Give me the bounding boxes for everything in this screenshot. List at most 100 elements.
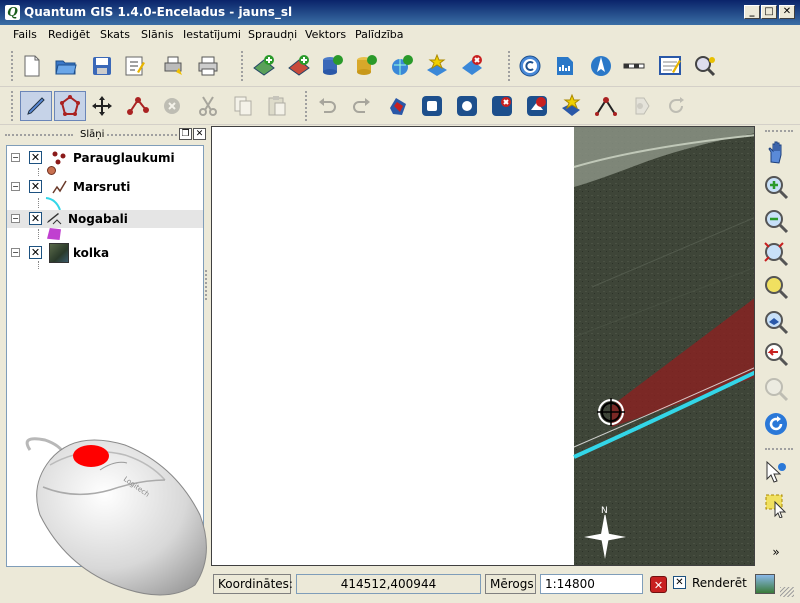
pan-icon[interactable] (763, 140, 789, 166)
delete-selected-icon[interactable] (160, 94, 184, 118)
layer-item-parauglaukumi[interactable]: − ✕ Parauglaukumi (7, 149, 203, 167)
zoom-to-layer-icon[interactable] (763, 309, 789, 335)
zoom-next-icon[interactable] (763, 376, 789, 402)
panel-grip[interactable] (107, 134, 177, 136)
rotate-symbols-icon[interactable] (664, 94, 688, 118)
collapse-icon[interactable]: − (11, 153, 20, 162)
raster-layer-icon (49, 243, 69, 263)
simplify-feature-icon[interactable] (386, 94, 410, 118)
map-raster: N (573, 127, 754, 565)
close-button[interactable]: ✕ (779, 5, 795, 19)
save-as-icon[interactable] (123, 54, 147, 78)
menu-edit[interactable]: Rediģēt (48, 28, 90, 41)
tree-connector (38, 198, 39, 208)
open-project-icon[interactable] (54, 54, 78, 78)
resize-grip[interactable] (780, 587, 794, 597)
panel-splitter[interactable] (205, 270, 208, 300)
identify-icon[interactable] (693, 54, 717, 78)
scale-bar-icon[interactable] (622, 54, 646, 78)
save-project-icon[interactable] (90, 54, 114, 78)
menu-settings[interactable]: Iestatījumi (183, 28, 241, 41)
layer-item-nogabali[interactable]: − ✕ Nogabali (7, 210, 203, 228)
capture-polygon-icon[interactable] (54, 91, 86, 121)
annotation-icon[interactable] (658, 54, 682, 78)
toolbar-grip[interactable] (765, 448, 793, 450)
node-tool-icon[interactable] (126, 94, 150, 118)
menu-layer[interactable]: Slānis (141, 28, 174, 41)
menu-help[interactable]: Palīdzība (355, 28, 404, 41)
panel-grip[interactable] (5, 134, 73, 136)
toolbar-grip[interactable] (305, 91, 308, 121)
zoom-in-icon[interactable] (763, 174, 789, 200)
more-tools-icon[interactable]: » (763, 544, 789, 560)
identify-features-icon[interactable] (763, 459, 789, 485)
add-postgis-layer-icon[interactable] (320, 54, 344, 78)
layer-name: Marsruti (73, 180, 131, 194)
zoom-last-icon[interactable] (763, 341, 789, 367)
zoom-out-icon[interactable] (763, 208, 789, 234)
layer-visibility-checkbox[interactable]: ✕ (29, 180, 42, 193)
toolbar-grip[interactable] (11, 51, 14, 81)
coordinates-display[interactable]: 414512,400944 (296, 574, 481, 594)
add-vector-layer-icon[interactable] (252, 54, 276, 78)
north-label: N (601, 506, 608, 516)
undo-icon[interactable] (315, 94, 339, 118)
zoom-full-icon[interactable] (763, 241, 789, 267)
merge-features-icon[interactable] (630, 94, 654, 118)
layer-visibility-checkbox[interactable]: ✕ (29, 246, 42, 259)
split-features-icon[interactable] (594, 94, 618, 118)
delete-ring-icon[interactable] (490, 94, 514, 118)
copy-features-icon[interactable] (231, 94, 255, 118)
map-navigation-toolbar: » (757, 126, 800, 566)
file-toolbar (0, 45, 800, 87)
add-ring-icon[interactable] (420, 94, 444, 118)
render-checkbox[interactable]: ✕ (673, 576, 686, 589)
reshape-features-icon[interactable] (560, 94, 584, 118)
menu-file[interactable]: Fails (13, 28, 37, 41)
scale-input[interactable]: 1:14800 (540, 574, 643, 594)
add-raster-layer-icon[interactable] (287, 54, 311, 78)
copyright-icon[interactable] (518, 54, 542, 78)
close-panel-icon[interactable]: ✕ (193, 128, 206, 140)
layer-item-marsruti[interactable]: − ✕ Marsruti (7, 178, 203, 196)
add-wms-layer-icon[interactable] (390, 54, 414, 78)
redo-icon[interactable] (350, 94, 374, 118)
render-label: Renderēt (692, 576, 747, 590)
remove-layer-icon[interactable] (460, 54, 484, 78)
cut-features-icon[interactable] (196, 94, 220, 118)
collapse-icon[interactable]: − (11, 214, 20, 223)
layer-visibility-checkbox[interactable]: ✕ (29, 212, 42, 225)
float-panel-icon[interactable]: ❐ (179, 128, 192, 140)
menu-view[interactable]: Skats (100, 28, 130, 41)
layer-item-kolka[interactable]: − ✕ kolka (7, 243, 203, 263)
map-canvas[interactable]: N (211, 126, 755, 566)
menu-vector[interactable]: Vektors (305, 28, 346, 41)
minimize-button[interactable]: _ (744, 5, 760, 19)
collapse-icon[interactable]: − (11, 248, 20, 257)
new-vector-layer-icon[interactable] (425, 54, 449, 78)
stop-render-icon[interactable]: ✕ (650, 576, 667, 593)
print-icon[interactable] (196, 54, 220, 78)
toggle-editing-icon[interactable] (20, 91, 52, 121)
paste-features-icon[interactable] (265, 94, 289, 118)
add-spatialite-layer-icon[interactable] (354, 54, 378, 78)
print-composer-icon[interactable] (162, 54, 186, 78)
projection-icon[interactable] (755, 574, 775, 594)
scalebar-plugin-icon[interactable] (553, 54, 577, 78)
collapse-icon[interactable]: − (11, 182, 20, 191)
new-project-icon[interactable] (20, 54, 44, 78)
maximize-button[interactable]: □ (761, 5, 777, 19)
layer-visibility-checkbox[interactable]: ✕ (29, 151, 42, 164)
toolbar-grip[interactable] (508, 51, 511, 81)
zoom-to-selection-icon[interactable] (763, 274, 789, 300)
delete-part-icon[interactable] (525, 94, 549, 118)
toolbar-grip[interactable] (765, 130, 793, 132)
toolbar-grip[interactable] (241, 51, 244, 81)
north-arrow-icon[interactable] (589, 54, 613, 78)
refresh-icon[interactable] (763, 411, 789, 437)
menu-plugins[interactable]: Spraudņi (248, 28, 297, 41)
toolbar-grip[interactable] (11, 91, 14, 121)
select-features-icon[interactable] (763, 492, 789, 519)
add-island-icon[interactable] (455, 94, 479, 118)
move-feature-icon[interactable] (90, 94, 114, 118)
